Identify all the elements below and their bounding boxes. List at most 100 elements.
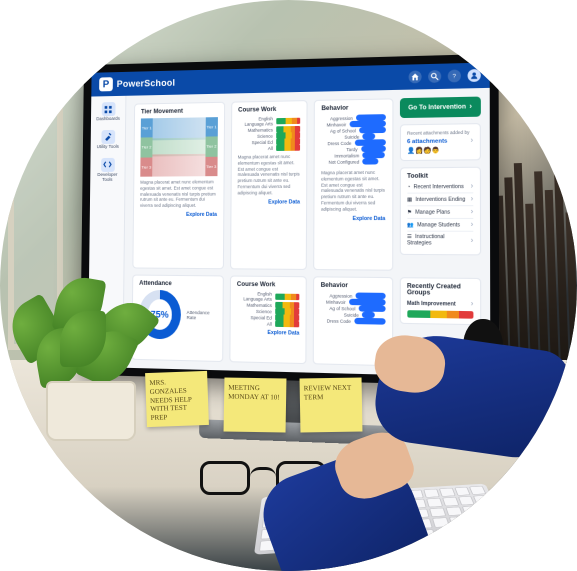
card-title: Behavior xyxy=(321,105,385,112)
chevron-right-icon: › xyxy=(471,137,474,144)
header-icons: ? xyxy=(409,69,481,83)
code-icon xyxy=(101,158,115,172)
behavior-label: Minhavoir xyxy=(321,122,346,128)
attachments-count[interactable]: 6 attachments xyxy=(407,138,447,145)
svg-text:?: ? xyxy=(453,74,456,81)
explore-link[interactable]: Explore Data xyxy=(321,215,385,221)
behavior-row: Dress Code xyxy=(321,317,386,324)
home-icon[interactable] xyxy=(409,70,422,83)
brand-logo: P xyxy=(99,77,113,91)
card-title: Recently Created Groups xyxy=(407,284,474,298)
behavior-row: Ag of School xyxy=(321,127,385,134)
chevron-right-icon: › xyxy=(471,183,474,190)
coursework-bar xyxy=(275,321,300,328)
behavior-label: Tardy xyxy=(321,146,357,152)
coursework-label: Science xyxy=(238,133,273,139)
sidebar-item-label: Developer Tools xyxy=(93,173,122,183)
card-tier-movement: Tier Movement Tier 1 Tier 2 Tier 3 xyxy=(132,102,225,270)
toolkit-item[interactable]: ☰Instructional Strategies› xyxy=(407,231,473,249)
coursework-label: English Language Arts xyxy=(237,291,272,302)
group-bar xyxy=(407,310,474,319)
card-behavior: Behavior AggressionMinhavoirAg of School… xyxy=(313,98,393,270)
card-title: Toolkit xyxy=(407,173,473,180)
chevron-right-icon: › xyxy=(471,208,474,215)
group-name[interactable]: Math Improvement xyxy=(407,300,456,307)
people-icon: 👥 xyxy=(407,222,414,228)
coursework-bar xyxy=(275,294,300,301)
avatar[interactable] xyxy=(468,69,481,82)
attachment-avatars: 👤👩🧑👨 xyxy=(407,147,473,155)
toolkit-item[interactable]: 👥Manage Students› xyxy=(407,218,473,231)
card-title: Behavior xyxy=(321,283,386,290)
toolkit-item[interactable]: ▦Interventions Ending › xyxy=(407,192,473,205)
toolkit-item[interactable]: ⚑Manage Plans › xyxy=(407,205,473,218)
card-desc: Magna placerat amet nunc elementum egest… xyxy=(237,154,300,196)
chevron-right-icon: › xyxy=(471,196,474,203)
behavior-label: Immortalism xyxy=(321,153,359,159)
behavior-label: Dress Code xyxy=(321,140,351,146)
toolkit-item[interactable]: ◔Recent Interventions› xyxy=(407,181,473,193)
attendance-legend: Attendance Rate xyxy=(187,310,217,321)
calendar-icon: ▦ xyxy=(407,196,412,202)
card-groups: Recently Created Groups Math Improvement… xyxy=(399,277,481,325)
coursework-row: All xyxy=(238,145,300,152)
toolkit-label: ☰Instructional Strategies xyxy=(407,234,471,247)
card-attachments: Recent attachments added by 6 attachment… xyxy=(399,123,481,161)
behavior-label: Ag of School xyxy=(321,305,356,311)
search-icon[interactable] xyxy=(428,70,441,83)
go-to-intervention-button[interactable]: Go To Intervention › xyxy=(399,97,480,119)
tier-label: Tier 2 xyxy=(140,138,152,158)
brand-name: PowerSchool xyxy=(117,78,176,89)
clock-icon: ◔ xyxy=(407,184,410,190)
coursework-bar xyxy=(276,118,300,125)
sidebar-item-developer[interactable]: Developer Tools xyxy=(93,158,123,183)
tier-right: Tier 1 Tier 2 Tier 3 xyxy=(205,117,218,176)
toolkit-label: ⚑Manage Plans xyxy=(407,209,450,215)
toolkit-label: 👥Manage Students xyxy=(407,222,460,228)
help-icon[interactable]: ? xyxy=(448,70,461,83)
coursework-label: English Language Arts xyxy=(238,116,273,127)
right-column-top: Go To Intervention › Recent attachments … xyxy=(399,97,481,272)
doc-icon: ☰ xyxy=(407,234,412,240)
behavior-bar xyxy=(354,318,385,325)
card-title: Course Work xyxy=(237,282,300,289)
coursework-bar xyxy=(276,145,300,151)
card-title: Tier Movement xyxy=(141,108,218,115)
card-desc: Magna placerat amet nunc elementum egest… xyxy=(321,170,385,213)
tier-flow xyxy=(152,117,205,176)
sticky-note: REVIEW NEXT TERM xyxy=(300,377,363,432)
sidebar-item-label: Dashboards xyxy=(96,117,120,122)
coursework-label: Mathematics xyxy=(238,127,273,133)
tier-label: Tier 3 xyxy=(140,157,152,177)
grid-icon xyxy=(101,102,115,116)
behavior-label: Minhavoir xyxy=(321,299,346,305)
tier-label: Tier 1 xyxy=(205,117,217,137)
behavior-label: Dress Code xyxy=(321,318,351,324)
tier-label: Tier 1 xyxy=(141,118,153,138)
chevron-right-icon: › xyxy=(469,103,472,110)
tier-sankey: Tier 1 Tier 2 Tier 3 xyxy=(140,117,217,177)
behavior-label: Suicide xyxy=(321,311,359,317)
behavior-label: Ag of School xyxy=(321,128,356,134)
explore-link[interactable]: Explore Data xyxy=(140,212,217,218)
brand[interactable]: P PowerSchool xyxy=(99,76,175,92)
sidebar-item-utility[interactable]: Utility Tools xyxy=(93,130,123,150)
button-label: Go To Intervention xyxy=(408,104,466,111)
coursework-label: Special Ed xyxy=(237,314,272,320)
toolkit-label: ▦Interventions Ending xyxy=(407,196,465,203)
sidebar-item-dashboards[interactable]: Dashboards xyxy=(93,102,122,122)
card-desc: Magna placerat amet nunc elementum egest… xyxy=(140,179,217,209)
attachments-note: Recent attachments added by xyxy=(407,130,473,136)
sidebar-item-label: Utility Tools xyxy=(97,145,119,150)
behavior-bar xyxy=(362,158,378,164)
explore-link[interactable]: Explore Data xyxy=(237,199,300,205)
coursework-row: All xyxy=(237,320,300,327)
behavior-label: Aggression xyxy=(321,293,353,299)
plant xyxy=(6,271,166,441)
card-course-work: Course Work English Language ArtsMathema… xyxy=(230,100,308,270)
behavior-row: Not Configured xyxy=(321,158,385,165)
coursework-label: Mathematics xyxy=(237,302,272,308)
coursework-label: Special Ed xyxy=(238,139,273,145)
chevron-right-icon: › xyxy=(471,237,474,244)
explore-link[interactable]: Explore Data xyxy=(237,329,300,336)
